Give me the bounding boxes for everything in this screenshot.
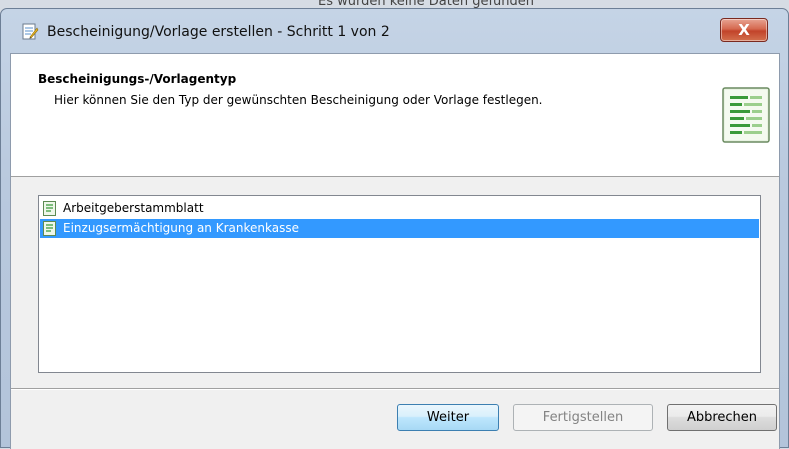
finish-button[interactable]: Fertigstellen	[513, 404, 653, 431]
list-item-label: Arbeitgeberstammblatt	[63, 201, 204, 215]
footer-separator	[11, 388, 779, 390]
header-description: Hier können Sie den Typ der gewünschten …	[54, 93, 543, 107]
document-icon	[43, 201, 56, 216]
next-button[interactable]: Weiter	[397, 404, 499, 431]
wizard-icon	[22, 23, 39, 40]
header-title: Bescheinigungs-/Vorlagentyp	[38, 72, 237, 86]
document-list-icon	[722, 87, 770, 143]
dialog-window: Bescheinigung/Vorlage erstellen - Schrit…	[0, 8, 789, 449]
list-item-arbeitgeberstammblatt[interactable]: Arbeitgeberstammblatt	[40, 199, 759, 218]
window-title: Bescheinigung/Vorlage erstellen - Schrit…	[47, 24, 390, 40]
title-bar[interactable]: Bescheinigung/Vorlage erstellen - Schrit…	[1, 9, 788, 47]
close-button[interactable]: X	[720, 18, 768, 42]
wizard-header: Bescheinigungs-/Vorlagentyp Hier können …	[11, 54, 779, 177]
list-item-einzugsermaechtigung[interactable]: Einzugsermächtigung an Krankenkasse	[40, 219, 759, 238]
template-type-list[interactable]: Arbeitgeberstammblatt Einzugsermächtigun…	[38, 195, 761, 373]
dialog-client-area: Bescheinigungs-/Vorlagentyp Hier können …	[10, 53, 780, 449]
document-icon	[43, 221, 56, 236]
list-item-label: Einzugsermächtigung an Krankenkasse	[63, 221, 299, 235]
cancel-button[interactable]: Abbrechen	[667, 404, 777, 431]
